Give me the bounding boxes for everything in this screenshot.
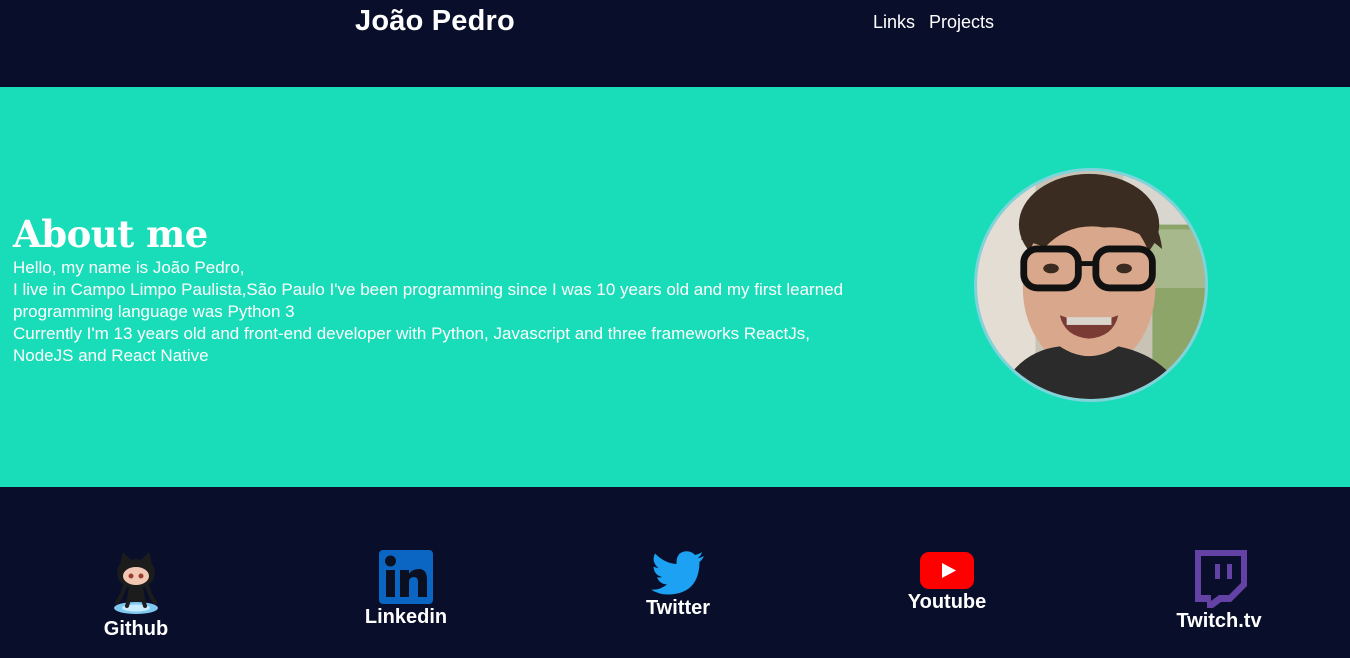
about-section: About me Hello, my name is João Pedro, I… [0,87,1350,487]
linkedin-icon [379,550,433,604]
twitch-icon [1195,550,1247,608]
link-linkedin[interactable]: Linkedin [364,550,448,629]
link-label: Github [103,618,169,640]
profile-photo [974,168,1208,402]
link-label: Youtube [907,591,987,613]
site-title: João Pedro [355,5,515,37]
link-youtube[interactable]: Youtube [908,552,986,614]
link-label: Twitch.tv [1176,610,1262,632]
social-links-section: Github Linkedin Twitter Youtube Twitch.t… [0,487,1350,658]
profile-photo-image [977,171,1205,399]
main-nav: Links Projects [873,12,994,33]
site-header: João Pedro Links Projects [0,0,1350,87]
link-twitch[interactable]: Twitch.tv [1176,550,1262,633]
github-octocat-icon [114,552,158,614]
about-paragraph: I live in Campo Limpo Paulista,São Paulo… [13,280,844,321]
youtube-icon [920,552,974,589]
about-text: Hello, my name is João Pedro, I live in … [13,257,873,367]
nav-link-projects[interactable]: Projects [929,12,994,33]
twitter-bird-icon [651,551,704,595]
nav-link-links[interactable]: Links [873,12,915,33]
about-title: About me [13,212,208,256]
link-github[interactable]: Github [104,550,168,641]
about-paragraph: Hello, my name is João Pedro, [13,258,245,277]
link-label: Linkedin [364,606,448,628]
link-twitter[interactable]: Twitter [642,551,714,620]
about-paragraph: Currently I'm 13 years old and front-end… [13,324,810,365]
link-label: Twitter [645,597,711,619]
